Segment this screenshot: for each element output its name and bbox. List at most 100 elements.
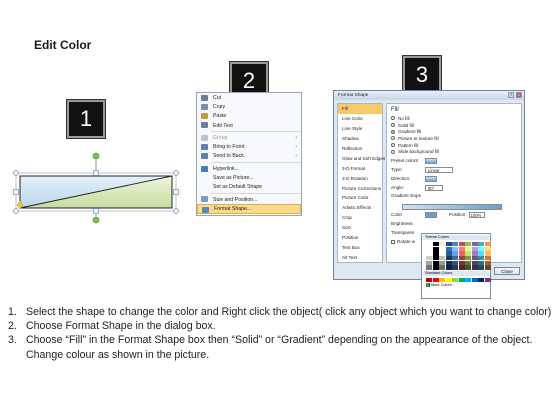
standard-swatch[interactable] [445,277,452,282]
nav-item-6[interactable]: 3-D Format [338,163,382,173]
menu-item-0[interactable]: Cut [197,93,301,102]
theme-swatch[interactable] [478,265,484,270]
theme-swatch[interactable] [426,246,432,251]
color-dropdown[interactable] [425,211,437,218]
theme-swatch[interactable] [432,256,439,261]
radio-button[interactable] [391,149,395,154]
standard-swatch[interactable] [478,277,484,282]
nav-item-4[interactable]: Reflection [338,144,382,154]
radio-button[interactable] [391,129,395,134]
theme-swatch[interactable] [484,251,491,256]
theme-swatch[interactable] [484,242,491,247]
menu-item-8[interactable]: Save as Picture... [197,173,301,182]
nav-item-9[interactable]: Picture Color [338,193,382,203]
theme-swatch[interactable] [458,242,465,247]
theme-swatch[interactable] [452,251,458,256]
theme-swatch[interactable] [458,246,465,251]
fill-option-4[interactable]: Pattern fill [391,142,517,149]
theme-swatch[interactable] [471,260,478,265]
theme-swatch[interactable] [439,242,445,247]
radio-button[interactable] [391,123,395,128]
theme-swatch[interactable] [484,260,491,265]
nav-item-12[interactable]: Size [338,223,382,233]
theme-swatch[interactable] [432,242,439,247]
theme-swatch[interactable] [465,256,471,261]
rotate-checkbox[interactable] [391,239,395,244]
theme-swatch[interactable] [439,260,445,265]
theme-swatch[interactable] [465,251,471,256]
close-icon[interactable]: × [516,92,522,98]
standard-swatch[interactable] [452,277,458,282]
type-select[interactable]: Linear [425,166,453,173]
theme-swatch[interactable] [426,256,432,261]
theme-swatch[interactable] [484,256,491,261]
menu-item-5[interactable]: Bring to Front › [197,142,301,151]
theme-swatch[interactable] [432,265,439,270]
menu-item-6[interactable]: Send to Back › [197,152,301,161]
close-button[interactable]: Close [494,267,520,275]
theme-swatch[interactable] [484,265,491,270]
theme-swatch[interactable] [471,246,478,251]
theme-swatch[interactable] [445,260,452,265]
fill-option-1[interactable]: Solid fill [391,122,517,129]
menu-item-10[interactable]: Size and Position... [197,195,301,204]
theme-swatch[interactable] [458,256,465,261]
theme-swatch[interactable] [426,265,432,270]
nav-item-1[interactable]: Line Color [338,114,382,124]
theme-swatch[interactable] [445,251,452,256]
theme-swatch[interactable] [452,242,458,247]
theme-swatch[interactable] [452,260,458,265]
angle-input[interactable]: 90° [425,184,443,191]
nav-item-10[interactable]: Artistic Effects [338,203,382,213]
nav-item-0[interactable]: Fill [338,104,382,114]
theme-swatch[interactable] [478,246,484,251]
theme-swatch[interactable] [432,260,439,265]
theme-swatch[interactable] [458,251,465,256]
theme-swatch[interactable] [478,256,484,261]
standard-swatch[interactable] [484,277,491,282]
theme-swatch[interactable] [452,256,458,261]
more-colors-row[interactable]: More Colors... [426,282,489,287]
theme-swatch[interactable] [445,246,452,251]
nav-item-11[interactable]: Crop [338,213,382,223]
menu-item-1[interactable]: Copy [197,102,301,111]
theme-swatch[interactable] [478,251,484,256]
theme-swatch[interactable] [478,242,484,247]
nav-item-5[interactable]: Glow and Soft Edges [338,153,385,163]
theme-swatch[interactable] [471,265,478,270]
menu-item-9[interactable]: Set as Default Shape [197,183,301,192]
nav-item-8[interactable]: Picture Corrections [338,183,382,193]
theme-swatch[interactable] [465,260,471,265]
nav-item-15[interactable]: Alt Text [338,252,382,262]
theme-swatch[interactable] [439,251,445,256]
theme-swatch[interactable] [426,260,432,265]
standard-swatch[interactable] [465,277,471,282]
nav-item-7[interactable]: 3-D Rotation [338,173,382,183]
theme-swatch[interactable] [439,265,445,270]
standard-swatch[interactable] [426,277,432,282]
fill-option-0[interactable]: No fill [391,115,517,122]
fill-option-5[interactable]: Slide background fill [391,148,517,155]
fill-option-2[interactable]: Gradient fill [391,128,517,135]
theme-swatch[interactable] [471,242,478,247]
standard-swatch[interactable] [439,277,445,282]
theme-swatch[interactable] [458,260,465,265]
standard-swatch[interactable] [432,277,439,282]
theme-swatch[interactable] [465,246,471,251]
radio-button[interactable] [391,143,395,148]
preset-colors-dropdown[interactable] [425,157,437,164]
fill-option-3[interactable]: Picture or texture fill [391,135,517,142]
theme-swatch[interactable] [439,256,445,261]
menu-item-4[interactable]: Group › [197,133,301,142]
theme-swatch[interactable] [445,242,452,247]
theme-swatch[interactable] [484,246,491,251]
nav-item-2[interactable]: Line Style [338,124,382,134]
theme-swatch[interactable] [458,265,465,270]
theme-swatch[interactable] [426,251,432,256]
menu-item-2[interactable]: Paste [197,112,301,121]
theme-swatch[interactable] [478,260,484,265]
theme-swatch[interactable] [426,242,432,247]
nav-item-3[interactable]: Shadow [338,134,382,144]
menu-item-3[interactable]: Edit Text [197,121,301,130]
theme-swatch[interactable] [439,246,445,251]
